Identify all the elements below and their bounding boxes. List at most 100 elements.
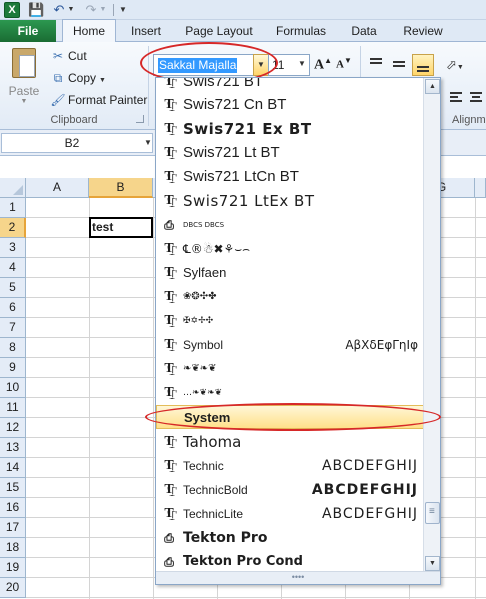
clipboard-paste-icon	[12, 48, 36, 78]
font-list-item[interactable]: ⎙ DBCS DBCS	[156, 213, 424, 237]
row-header-5[interactable]: 5	[0, 278, 26, 298]
chevron-down-icon[interactable]: ▼	[18, 98, 30, 105]
row-header-3[interactable]: 3	[0, 238, 26, 258]
truetype-icon: T	[164, 265, 174, 280]
font-list-item-name: TechnicBold	[183, 483, 248, 497]
font-dropdown-list[interactable]: T Swis721 BT T Swis721 Cn BT T Swis721 Ex BT T…	[155, 77, 441, 585]
row-header-20[interactable]: 20	[0, 578, 26, 598]
chevron-down-icon[interactable]: ▼	[144, 138, 152, 147]
grow-font-button[interactable]: A▲	[314, 56, 332, 74]
truetype-icon: T	[164, 121, 174, 136]
select-all-button[interactable]	[0, 178, 26, 198]
cut-button[interactable]: ✂ Cut	[50, 47, 87, 65]
chevron-down-icon: ▼	[456, 64, 464, 71]
tab-page-layout[interactable]: Page Layout	[180, 20, 258, 42]
row-header-16[interactable]: 16	[0, 498, 26, 518]
font-list-item[interactable]: T ❧❦❧❦	[156, 357, 424, 381]
tab-insert[interactable]: Insert	[122, 20, 170, 42]
paste-label: Paste	[8, 84, 40, 98]
format-painter-button[interactable]: 🖌 Format Painter	[50, 91, 147, 109]
font-list-item[interactable]: T Tahoma	[156, 430, 424, 454]
font-list-item[interactable]: T Swis721 BT	[156, 78, 424, 94]
font-list-item[interactable]: T …❧❦❧❦	[156, 381, 424, 405]
undo-arrow-icon[interactable]: ↶	[52, 2, 66, 18]
floppy-save-icon[interactable]: 💾	[28, 2, 44, 18]
chevron-down-icon[interactable]: ▼	[296, 59, 308, 68]
row-header-17[interactable]: 17	[0, 518, 26, 538]
font-list-scrollbar[interactable]: ▲ ▼	[423, 78, 440, 572]
font-list-item[interactable]: T ❀❂✣✤	[156, 285, 424, 309]
font-list-item[interactable]: T Swis721 Cn BT	[156, 93, 424, 117]
cell-b2-value[interactable]: test	[92, 220, 113, 235]
column-header-b[interactable]: B	[89, 178, 153, 198]
row-header-4[interactable]: 4	[0, 258, 26, 278]
row-header-19[interactable]: 19	[0, 558, 26, 578]
scroll-up-button[interactable]: ▲	[425, 79, 440, 94]
row-header-12[interactable]: 12	[0, 418, 26, 438]
tab-formulas[interactable]: Formulas	[268, 20, 334, 42]
undo-dropdown-icon[interactable]: ▼	[67, 2, 75, 18]
tab-review[interactable]: Review	[396, 20, 450, 42]
font-list-item-name: Symbol	[183, 338, 224, 352]
truetype-icon: T	[164, 97, 174, 112]
shrink-font-button[interactable]: A▼	[336, 56, 354, 74]
row-header-13[interactable]: 13	[0, 438, 26, 458]
row-header-7[interactable]: 7	[0, 318, 26, 338]
font-list-item-name: …❧❦❧❦	[183, 388, 223, 398]
font-list-item[interactable]: T Sylfaen	[156, 261, 424, 285]
align-middle-button[interactable]	[389, 54, 411, 76]
font-list-item[interactable]: T Technic ABCDEFGHIJ	[156, 454, 424, 478]
row-header-11[interactable]: 11	[0, 398, 26, 418]
font-list-item[interactable]: T TechnicBold ABCDEFGHIJ	[156, 478, 424, 502]
name-box[interactable]: B2 ▼	[1, 133, 153, 153]
column-header-a[interactable]: A	[26, 178, 89, 198]
font-list-item-sample: ABCDEFGHIJ	[321, 506, 418, 522]
font-list-item[interactable]: T Swis721 Lt BT	[156, 141, 424, 165]
tab-data[interactable]: Data	[344, 20, 384, 42]
font-list-item[interactable]: T Swis721 LtCn BT	[156, 165, 424, 189]
scroll-down-button[interactable]: ▼	[425, 556, 440, 571]
font-list-item-name: Swis721 Cn BT	[183, 96, 287, 113]
resize-grip[interactable]: ••••	[156, 571, 440, 584]
orientation-button[interactable]: ⬀▼	[446, 54, 476, 76]
row-header-6[interactable]: 6	[0, 298, 26, 318]
row-header-2[interactable]: 2	[0, 218, 26, 238]
font-list-item[interactable]: T TechnicLite ABCDEFGHIJ	[156, 502, 424, 526]
row-header-1[interactable]: 1	[0, 198, 26, 218]
paste-button[interactable]: Paste ▼	[4, 46, 44, 106]
row-header-8[interactable]: 8	[0, 338, 26, 358]
font-list-item[interactable]: T Swis721 Ex BT	[156, 117, 424, 141]
align-top-button[interactable]	[366, 54, 388, 76]
row-header-14[interactable]: 14	[0, 458, 26, 478]
align-left-button[interactable]	[448, 90, 464, 106]
printer-font-icon: ⎙	[164, 218, 174, 232]
truetype-icon: T	[164, 506, 174, 521]
font-list-item[interactable]: T ✠✡✢✣	[156, 309, 424, 333]
row-header-18[interactable]: 18	[0, 538, 26, 558]
row-header-10[interactable]: 10	[0, 378, 26, 398]
font-list-item[interactable]: T Symbol ΑβΧδΕφΓηΙφ	[156, 333, 424, 357]
copy-button[interactable]: ⧉ Copy ▼	[50, 69, 106, 87]
name-box-value[interactable]: B2	[2, 136, 142, 151]
truetype-icon: T	[164, 385, 174, 400]
tab-home[interactable]: Home	[62, 19, 116, 43]
orientation-icon: ⬀	[446, 57, 457, 72]
truetype-icon: T	[164, 434, 174, 449]
font-list-item-name: Swis721 Ex BT	[183, 120, 312, 138]
row-header-9[interactable]: 9	[0, 358, 26, 378]
align-bottom-button[interactable]	[412, 54, 434, 76]
customize-qat-icon[interactable]: ▼	[118, 2, 128, 18]
scroll-thumb[interactable]	[425, 502, 440, 524]
excel-icon[interactable]: X	[4, 2, 20, 18]
dialog-launcher-icon[interactable]	[136, 115, 144, 123]
file-tab[interactable]: File	[0, 20, 56, 42]
align-center-button[interactable]	[468, 90, 484, 106]
truetype-icon: T	[164, 289, 174, 304]
font-list-item-name: Tahoma	[183, 433, 242, 451]
font-list-item[interactable]: ⎙ Tekton Pro	[156, 526, 424, 550]
grid-line	[89, 198, 90, 599]
font-list-item[interactable]: T Swis721 LtEx BT	[156, 189, 424, 213]
font-list-item[interactable]: T ℄®☃✖⚘⌣⌢	[156, 237, 424, 261]
row-header-15[interactable]: 15	[0, 478, 26, 498]
chevron-down-icon[interactable]: ▼	[99, 72, 106, 90]
